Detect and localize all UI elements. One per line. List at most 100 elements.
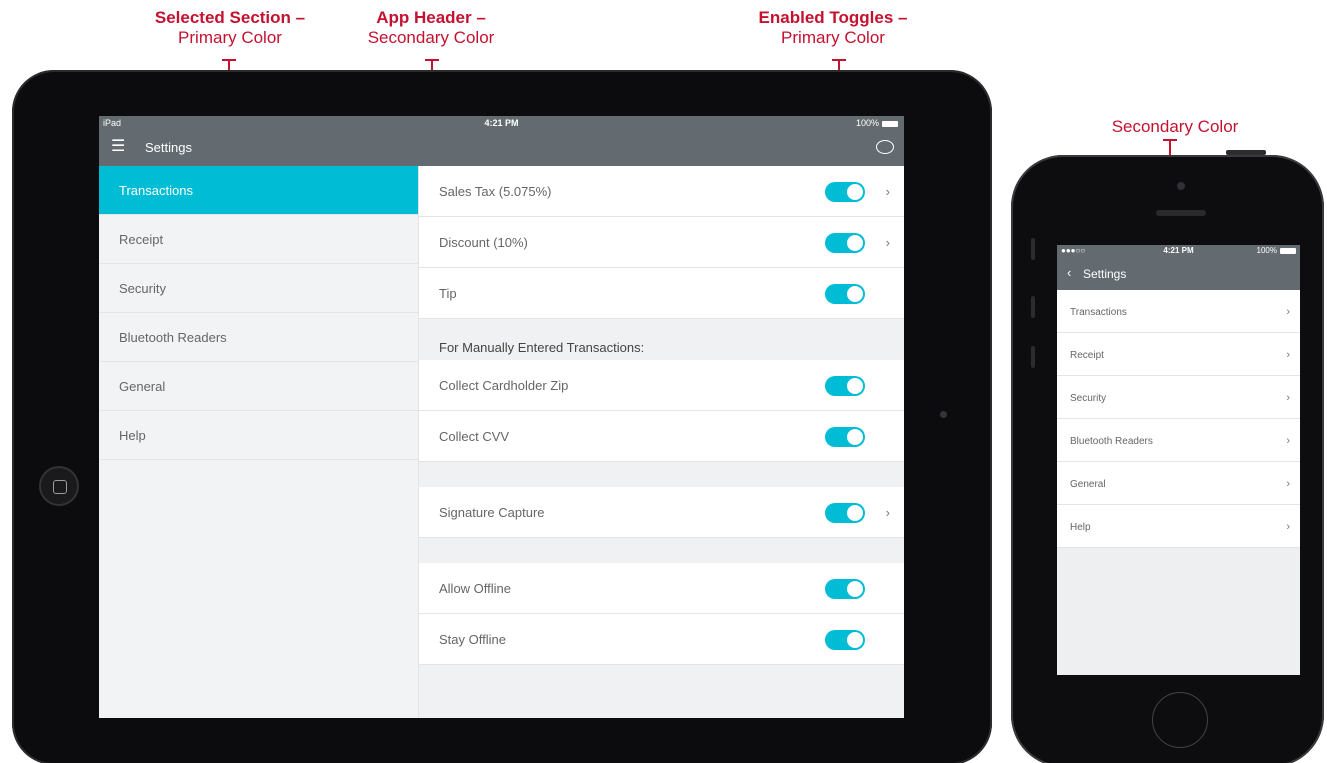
page-title: Settings: [145, 140, 192, 155]
annotation-enabled-toggles: Enabled Toggles – Primary Color: [738, 8, 928, 48]
list-item-label: Security: [1070, 393, 1107, 404]
list-item-label: Bluetooth Readers: [1070, 436, 1153, 447]
home-button[interactable]: [39, 466, 79, 506]
sidebar-item-transactions[interactable]: Transactions: [99, 166, 418, 215]
list-item-label: Receipt: [1070, 350, 1104, 361]
tip-toggle[interactable]: [825, 284, 865, 304]
battery-percent: 100%: [855, 118, 879, 128]
setting-row-tip[interactable]: Tip: [419, 268, 904, 319]
chevron-right-icon: ›: [1286, 392, 1290, 404]
setting-row-cvv[interactable]: Collect CVV: [419, 411, 904, 462]
status-time: 4:21 PM: [484, 118, 519, 128]
sidebar-item-label: Bluetooth Readers: [119, 330, 227, 345]
setting-label: Collect Cardholder Zip: [439, 378, 569, 393]
list-item-transactions[interactable]: Transactions ›: [1057, 290, 1300, 333]
sidebar-item-label: General: [119, 379, 166, 394]
cardholder-zip-toggle[interactable]: [825, 376, 865, 396]
setting-row-allow-offline[interactable]: Allow Offline: [419, 563, 904, 614]
sidebar-item-general[interactable]: General: [99, 362, 418, 411]
setting-row-discount[interactable]: Discount (10%) ›: [419, 217, 904, 268]
home-button[interactable]: [1152, 692, 1208, 748]
settings-sidebar: Transactions Receipt Security Bluetooth …: [99, 166, 419, 718]
chevron-right-icon[interactable]: ›: [886, 487, 890, 538]
annotation-selected-section: Selected Section – Primary Color: [140, 8, 320, 48]
chevron-right-icon[interactable]: ›: [886, 166, 890, 217]
camera-icon: [940, 411, 947, 418]
setting-label: Signature Capture: [439, 505, 545, 520]
sidebar-item-receipt[interactable]: Receipt: [99, 215, 418, 264]
annotation-subtitle: Secondary Color: [367, 28, 495, 47]
sales-tax-toggle[interactable]: [825, 182, 865, 202]
list-item-general[interactable]: General ›: [1057, 462, 1300, 505]
list-item-label: Transactions: [1070, 307, 1127, 318]
battery-indicator: 100%: [856, 118, 898, 128]
annotation-title: Selected Section –: [154, 8, 306, 27]
sidebar-item-bluetooth-readers[interactable]: Bluetooth Readers: [99, 313, 418, 362]
cvv-toggle[interactable]: [825, 427, 865, 447]
back-chevron-icon[interactable]: ‹: [1067, 265, 1071, 280]
list-item-bluetooth-readers[interactable]: Bluetooth Readers ›: [1057, 419, 1300, 462]
allow-offline-toggle[interactable]: [825, 579, 865, 599]
list-item-label: General: [1070, 479, 1106, 490]
chevron-right-icon: ›: [1286, 306, 1290, 318]
power-button: [1226, 150, 1266, 155]
annotation-title: Enabled Toggles –: [758, 8, 908, 27]
app-header: ☰ Settings: [99, 130, 904, 166]
setting-row-signature-capture[interactable]: Signature Capture ›: [419, 487, 904, 538]
status-bar: iPad 4:21 PM 100%: [99, 116, 904, 130]
list-item-help[interactable]: Help ›: [1057, 505, 1300, 548]
annotation-title: App Header –: [376, 8, 486, 27]
signature-capture-toggle[interactable]: [825, 503, 865, 523]
volume-up-button: [1031, 296, 1035, 318]
settings-content: Sales Tax (5.075%) › Discount (10%) › Ti…: [419, 166, 904, 718]
camera-icon: [1177, 182, 1185, 190]
battery-percent: 100%: [1256, 246, 1277, 255]
chevron-right-icon: ›: [1286, 521, 1290, 533]
sidebar-item-label: Help: [119, 428, 146, 443]
list-item-security[interactable]: Security ›: [1057, 376, 1300, 419]
discount-toggle[interactable]: [825, 233, 865, 253]
menu-icon[interactable]: ☰: [111, 139, 125, 155]
chevron-right-icon: ›: [1286, 478, 1290, 490]
list-item-label: Help: [1070, 522, 1091, 533]
ipad-screen: iPad 4:21 PM 100% ☰ Settings Transaction…: [99, 116, 904, 718]
chevron-right-icon: ›: [1286, 349, 1290, 361]
setting-label: Sales Tax (5.075%): [439, 184, 552, 199]
annotation-subtitle: Primary Color: [178, 28, 282, 47]
sidebar-item-security[interactable]: Security: [99, 264, 418, 313]
chat-bubble-icon[interactable]: [876, 140, 894, 154]
battery-icon: [1280, 247, 1296, 254]
settings-list: Transactions › Receipt › Security › Blue…: [1057, 290, 1300, 548]
battery-indicator: 100%: [1257, 246, 1296, 255]
setting-label: Collect CVV: [439, 429, 510, 444]
setting-label: Allow Offline: [439, 581, 512, 596]
sidebar-item-label: Receipt: [119, 232, 164, 247]
stay-offline-toggle[interactable]: [825, 630, 865, 650]
list-item-receipt[interactable]: Receipt ›: [1057, 333, 1300, 376]
iphone-screen: ●●●○○ 4:21 PM 100% ‹ Settings Transactio…: [1057, 245, 1300, 675]
page-title: Settings: [1083, 267, 1127, 281]
battery-icon: [882, 120, 898, 127]
annotation-subtitle: Secondary Color: [1111, 117, 1239, 136]
mute-switch: [1031, 238, 1035, 260]
setting-row-cardholder-zip[interactable]: Collect Cardholder Zip: [419, 360, 904, 411]
setting-label: Tip: [439, 286, 457, 301]
annotation-phone-secondary: Secondary Color: [1080, 117, 1270, 137]
sidebar-item-label: Security: [119, 281, 166, 296]
section-heading: For Manually Entered Transactions:: [439, 340, 645, 355]
annotation-subtitle: Primary Color: [781, 28, 885, 47]
sidebar-item-help[interactable]: Help: [99, 411, 418, 460]
sidebar-item-label: Transactions: [119, 183, 193, 198]
app-header: ‹ Settings: [1057, 257, 1300, 290]
status-bar: ●●●○○ 4:21 PM 100%: [1057, 245, 1300, 257]
setting-label: Stay Offline: [439, 632, 506, 647]
chevron-right-icon[interactable]: ›: [886, 217, 890, 268]
chevron-right-icon: ›: [1286, 435, 1290, 447]
volume-down-button: [1031, 346, 1035, 368]
setting-row-stay-offline[interactable]: Stay Offline: [419, 614, 904, 665]
setting-row-sales-tax[interactable]: Sales Tax (5.075%) ›: [419, 166, 904, 217]
speaker-grille: [1156, 210, 1206, 216]
annotation-app-header: App Header – Secondary Color: [346, 8, 516, 48]
